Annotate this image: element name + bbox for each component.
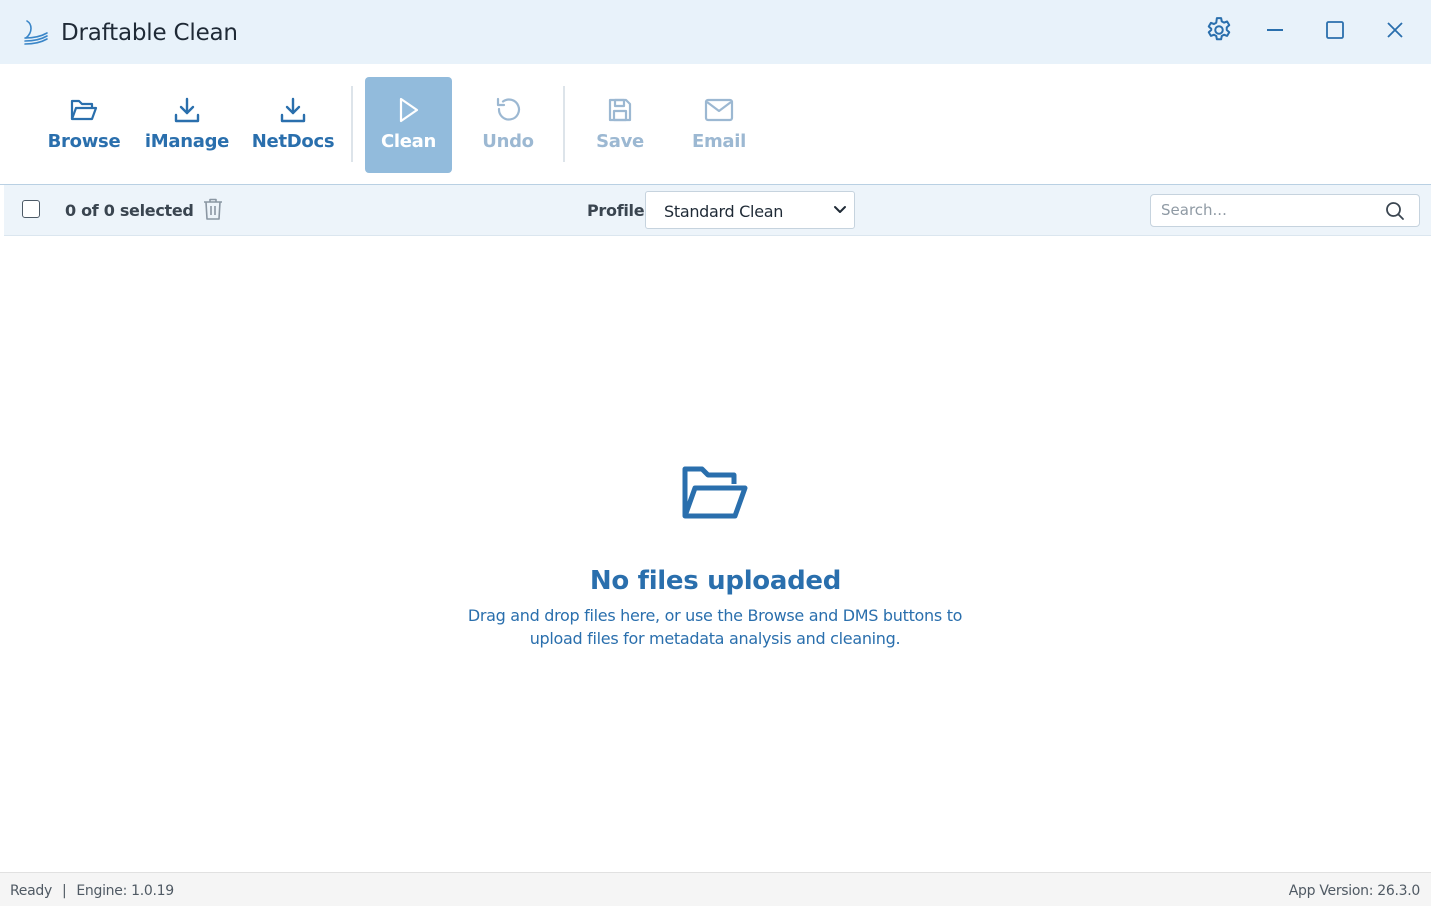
undo-label: Undo	[482, 131, 534, 152]
imanage-label: iManage	[144, 131, 230, 152]
undo-button[interactable]: Undo	[468, 77, 548, 173]
empty-state-description: Drag and drop files here, or use the Bro…	[467, 606, 963, 648]
maximize-button[interactable]	[1315, 12, 1355, 52]
chevron-down-icon	[832, 202, 848, 223]
engine-version: Engine: 1.0.19	[76, 883, 174, 899]
app-logo-icon	[22, 18, 50, 46]
close-icon	[1385, 20, 1405, 45]
minimize-button[interactable]	[1255, 12, 1295, 52]
download-icon	[279, 95, 307, 125]
profile-value: Standard Clean	[664, 202, 784, 221]
clean-label: Clean	[380, 131, 437, 152]
save-icon	[606, 95, 634, 125]
trash-icon[interactable]	[202, 197, 224, 226]
status-text: Ready	[10, 883, 52, 899]
search-input[interactable]	[1161, 201, 1371, 219]
profile-select[interactable]: Standard Clean	[645, 191, 855, 229]
status-separator: |	[61, 883, 67, 899]
toolbar: Browse iManage NetDocs Clean Undo Save E…	[0, 64, 1431, 185]
app-title: Draftable Clean	[61, 20, 238, 46]
email-button[interactable]: Email	[679, 77, 759, 173]
empty-state-title: No files uploaded	[589, 566, 842, 596]
profile-label: Profile:	[587, 201, 651, 220]
minimize-icon	[1265, 20, 1285, 45]
download-icon	[173, 95, 201, 125]
imanage-button[interactable]: iManage	[142, 77, 232, 173]
close-button[interactable]	[1375, 12, 1415, 52]
select-all-checkbox[interactable]	[22, 200, 40, 218]
maximize-icon	[1325, 20, 1345, 45]
browse-label: Browse	[47, 131, 121, 152]
play-icon	[397, 95, 421, 125]
search-icon[interactable]	[1385, 201, 1405, 226]
selection-count: 0 of 0 selected	[65, 201, 194, 220]
folder-open-icon	[681, 463, 749, 526]
netdocs-label: NetDocs	[251, 131, 335, 152]
folder-open-icon	[69, 95, 99, 125]
mail-icon	[704, 95, 734, 125]
settings-icon	[1204, 15, 1234, 50]
netdocs-button[interactable]: NetDocs	[250, 77, 336, 173]
browse-button[interactable]: Browse	[44, 77, 124, 173]
status-bar: Ready | Engine: 1.0.19 App Version: 26.3.0	[0, 872, 1431, 906]
save-button[interactable]: Save	[580, 77, 660, 173]
email-label: Email	[691, 131, 747, 152]
title-bar: Draftable Clean	[0, 0, 1431, 64]
clean-button[interactable]: Clean	[365, 77, 452, 173]
app-version: App Version: 26.3.0	[1288, 883, 1421, 899]
settings-button[interactable]	[1199, 12, 1239, 52]
search-box	[1150, 194, 1420, 227]
undo-icon	[493, 95, 523, 125]
toolbar-separator	[351, 86, 353, 162]
status-info: Ready | Engine: 1.0.19	[10, 883, 174, 899]
save-label: Save	[596, 131, 644, 152]
toolbar-separator	[563, 86, 565, 162]
filter-bar: 0 of 0 selected Profile: Standard Clean	[4, 185, 1431, 236]
